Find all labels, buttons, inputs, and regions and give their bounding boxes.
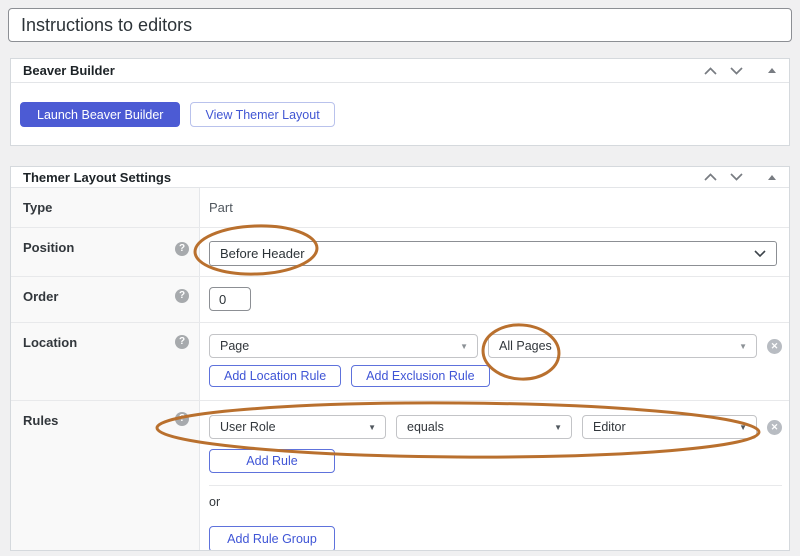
location-value-select[interactable]: All Pages ▼: [488, 334, 757, 358]
rule-group-divider: [209, 485, 782, 486]
help-icon[interactable]: ?: [175, 242, 189, 256]
metabox-title: Beaver Builder: [23, 63, 115, 78]
position-select-value: Before Header: [220, 246, 305, 261]
select-caret-icon: ▼: [368, 423, 376, 432]
position-select[interactable]: Before Header: [209, 241, 777, 266]
settings-row-type: Type Part: [11, 188, 789, 227]
row-label: Type: [11, 188, 200, 227]
toggle-panel-icon[interactable]: [768, 68, 776, 73]
chevron-down-icon: [754, 250, 766, 257]
or-label: or: [209, 495, 782, 509]
move-up-icon[interactable]: [704, 67, 717, 75]
move-down-icon[interactable]: [730, 67, 743, 75]
add-exclusion-rule-button[interactable]: Add Exclusion Rule: [351, 365, 489, 387]
help-icon[interactable]: ?: [175, 289, 189, 303]
settings-row-order: Order ?: [11, 276, 789, 322]
themer-layout-settings-metabox: Themer Layout Settings Type Part Positio…: [10, 166, 790, 551]
rule-field-select-value: User Role: [220, 420, 276, 434]
launch-beaver-builder-button[interactable]: Launch Beaver Builder: [20, 102, 180, 127]
select-caret-icon: ▼: [554, 423, 562, 432]
remove-rule-icon[interactable]: ✕: [767, 420, 782, 435]
post-title-input[interactable]: [8, 8, 792, 42]
select-caret-icon: ▼: [739, 342, 747, 351]
row-label: Order: [23, 289, 58, 304]
themer-settings-metabox-header: Themer Layout Settings: [11, 167, 789, 188]
location-value-select-value: All Pages: [499, 339, 552, 353]
location-type-select[interactable]: Page ▼: [209, 334, 478, 358]
add-location-rule-button[interactable]: Add Location Rule: [209, 365, 341, 387]
add-rule-button[interactable]: Add Rule: [209, 449, 335, 473]
location-type-select-value: Page: [220, 339, 249, 353]
beaver-builder-metabox: Beaver Builder Launch Beaver Builder Vie…: [10, 58, 790, 146]
settings-row-rules: Rules ? User Role ▼ equals ▼ Editor ▼ ✕ …: [11, 400, 789, 551]
help-icon[interactable]: ?: [175, 412, 189, 426]
move-up-icon[interactable]: [704, 173, 717, 181]
move-down-icon[interactable]: [730, 173, 743, 181]
help-icon[interactable]: ?: [175, 335, 189, 349]
type-value: Part: [209, 188, 777, 215]
toggle-panel-icon[interactable]: [768, 175, 776, 180]
settings-row-location: Location ? Page ▼ All Pages ▼ ✕ Add Loca…: [11, 322, 789, 400]
add-rule-group-button[interactable]: Add Rule Group: [209, 526, 335, 551]
select-caret-icon: ▼: [460, 342, 468, 351]
settings-row-position: Position ? Before Header: [11, 227, 789, 276]
row-label: Position: [23, 240, 74, 255]
row-label: Location: [23, 335, 77, 350]
order-input[interactable]: [209, 287, 251, 311]
beaver-builder-metabox-header: Beaver Builder: [11, 59, 789, 83]
remove-location-rule-icon[interactable]: ✕: [767, 339, 782, 354]
rule-field-select[interactable]: User Role ▼: [209, 415, 386, 439]
rule-operator-select-value: equals: [407, 420, 444, 434]
select-caret-icon: ▼: [739, 423, 747, 432]
rule-operator-select[interactable]: equals ▼: [396, 415, 572, 439]
rule-value-select-value: Editor: [593, 420, 626, 434]
rule-value-select[interactable]: Editor ▼: [582, 415, 757, 439]
row-label: Rules: [23, 413, 58, 428]
view-themer-layout-button[interactable]: View Themer Layout: [190, 102, 334, 127]
metabox-title: Themer Layout Settings: [23, 170, 171, 185]
